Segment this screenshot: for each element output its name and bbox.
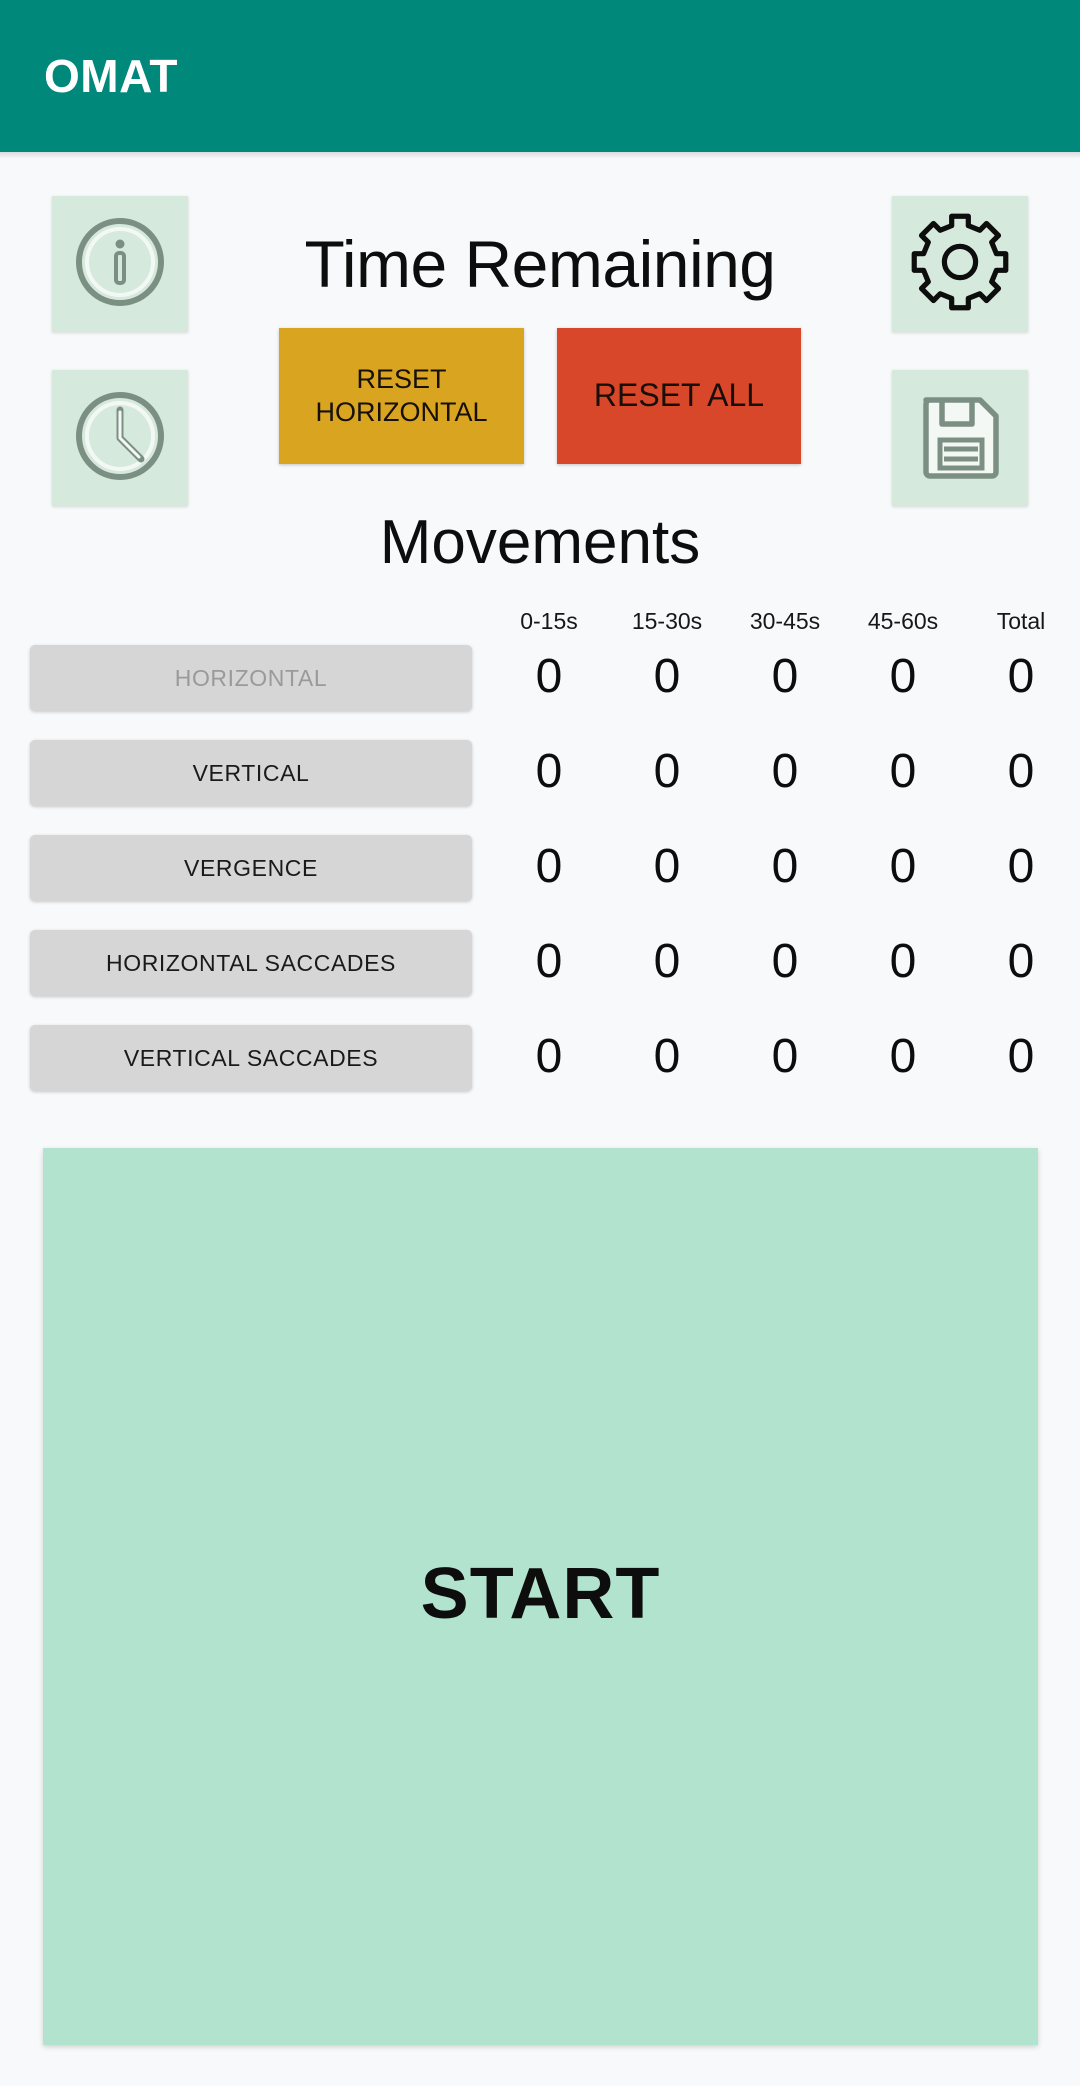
cell-value: 0 bbox=[653, 650, 681, 703]
cell-value: 0 bbox=[889, 650, 917, 703]
table-row: VERTICAL SACCADES 0 0 0 0 0 bbox=[0, 1025, 1080, 1120]
row-values: 0 0 0 0 0 bbox=[490, 922, 1080, 1002]
cell-value: 0 bbox=[1007, 935, 1035, 988]
row-values: 0 0 0 0 0 bbox=[490, 637, 1080, 717]
column-header-0: 0-15s bbox=[520, 608, 578, 634]
cell-value: 0 bbox=[889, 745, 917, 798]
start-button-label: START bbox=[420, 1553, 661, 1634]
floppy-disk-save-icon bbox=[910, 386, 1010, 491]
table-column-headers: 0-15s 15-30s 30-45s 45-60s Total bbox=[490, 608, 1080, 638]
cell-value: 0 bbox=[535, 650, 563, 703]
reset-horizontal-button[interactable]: RESET HORIZONTAL bbox=[279, 328, 524, 464]
movement-button-horizontal-saccades[interactable]: HORIZONTAL SACCADES bbox=[30, 930, 472, 996]
cell-value: 0 bbox=[889, 840, 917, 893]
movement-button-vergence[interactable]: VERGENCE bbox=[30, 835, 472, 901]
row-values: 0 0 0 0 0 bbox=[490, 1017, 1080, 1097]
movements-title: Movements bbox=[379, 508, 701, 577]
cell-value: 0 bbox=[889, 1030, 917, 1083]
save-button[interactable] bbox=[892, 370, 1028, 506]
cell-value: 0 bbox=[1007, 650, 1035, 703]
cell-value: 0 bbox=[771, 650, 799, 703]
cell-value: 0 bbox=[889, 935, 917, 988]
cell-value: 0 bbox=[771, 1030, 799, 1083]
cell-value: 0 bbox=[653, 935, 681, 988]
reset-horizontal-label-line1: RESET bbox=[356, 364, 447, 395]
cell-value: 0 bbox=[1007, 1030, 1035, 1083]
cell-value: 0 bbox=[771, 840, 799, 893]
cell-value: 0 bbox=[535, 935, 563, 988]
table-row: HORIZONTAL SACCADES 0 0 0 0 0 bbox=[0, 930, 1080, 1025]
column-header-3: 45-60s bbox=[867, 608, 939, 634]
movement-button-horizontal: HORIZONTAL bbox=[30, 645, 472, 711]
reset-horizontal-label-line2: HORIZONTAL bbox=[315, 397, 488, 427]
timer-button[interactable] bbox=[52, 370, 188, 506]
table-row: VERGENCE 0 0 0 0 0 bbox=[0, 835, 1080, 930]
app-root: OMAT Time Remaining Movements RESET HORI… bbox=[0, 0, 1080, 2086]
row-values: 0 0 0 0 0 bbox=[490, 732, 1080, 812]
cell-value: 0 bbox=[535, 745, 563, 798]
reset-all-label: RESET ALL bbox=[593, 377, 765, 414]
app-title: OMAT bbox=[44, 50, 179, 102]
app-bar-shadow bbox=[0, 152, 1080, 159]
cell-value: 0 bbox=[1007, 745, 1035, 798]
cell-value: 0 bbox=[535, 1030, 563, 1083]
cell-value: 0 bbox=[535, 840, 563, 893]
reset-all-button[interactable]: RESET ALL bbox=[557, 328, 801, 464]
table-row: VERTICAL 0 0 0 0 0 bbox=[0, 740, 1080, 835]
column-header-4: Total bbox=[996, 608, 1046, 634]
cell-value: 0 bbox=[653, 840, 681, 893]
app-bar: OMAT bbox=[0, 0, 1080, 152]
cell-value: 0 bbox=[653, 1030, 681, 1083]
cell-value: 0 bbox=[771, 745, 799, 798]
movement-button-vertical-saccades[interactable]: VERTICAL SACCADES bbox=[30, 1025, 472, 1091]
start-button[interactable]: START bbox=[43, 1148, 1038, 2045]
movement-button-vertical[interactable]: VERTICAL bbox=[30, 740, 472, 806]
clock-icon bbox=[70, 386, 170, 491]
table-row: HORIZONTAL 0 0 0 0 0 bbox=[0, 645, 1080, 740]
column-header-1: 15-30s bbox=[631, 608, 703, 634]
cell-value: 0 bbox=[653, 745, 681, 798]
movements-table: HORIZONTAL 0 0 0 0 0 VERTICAL 0 0 0 0 0 VERGENCE 0 0 0 0… bbox=[0, 645, 1080, 1120]
row-values: 0 0 0 0 0 bbox=[490, 827, 1080, 907]
time-remaining-title: Time Remaining bbox=[304, 227, 776, 301]
column-header-2: 30-45s bbox=[749, 608, 821, 634]
cell-value: 0 bbox=[1007, 840, 1035, 893]
cell-value: 0 bbox=[771, 935, 799, 988]
